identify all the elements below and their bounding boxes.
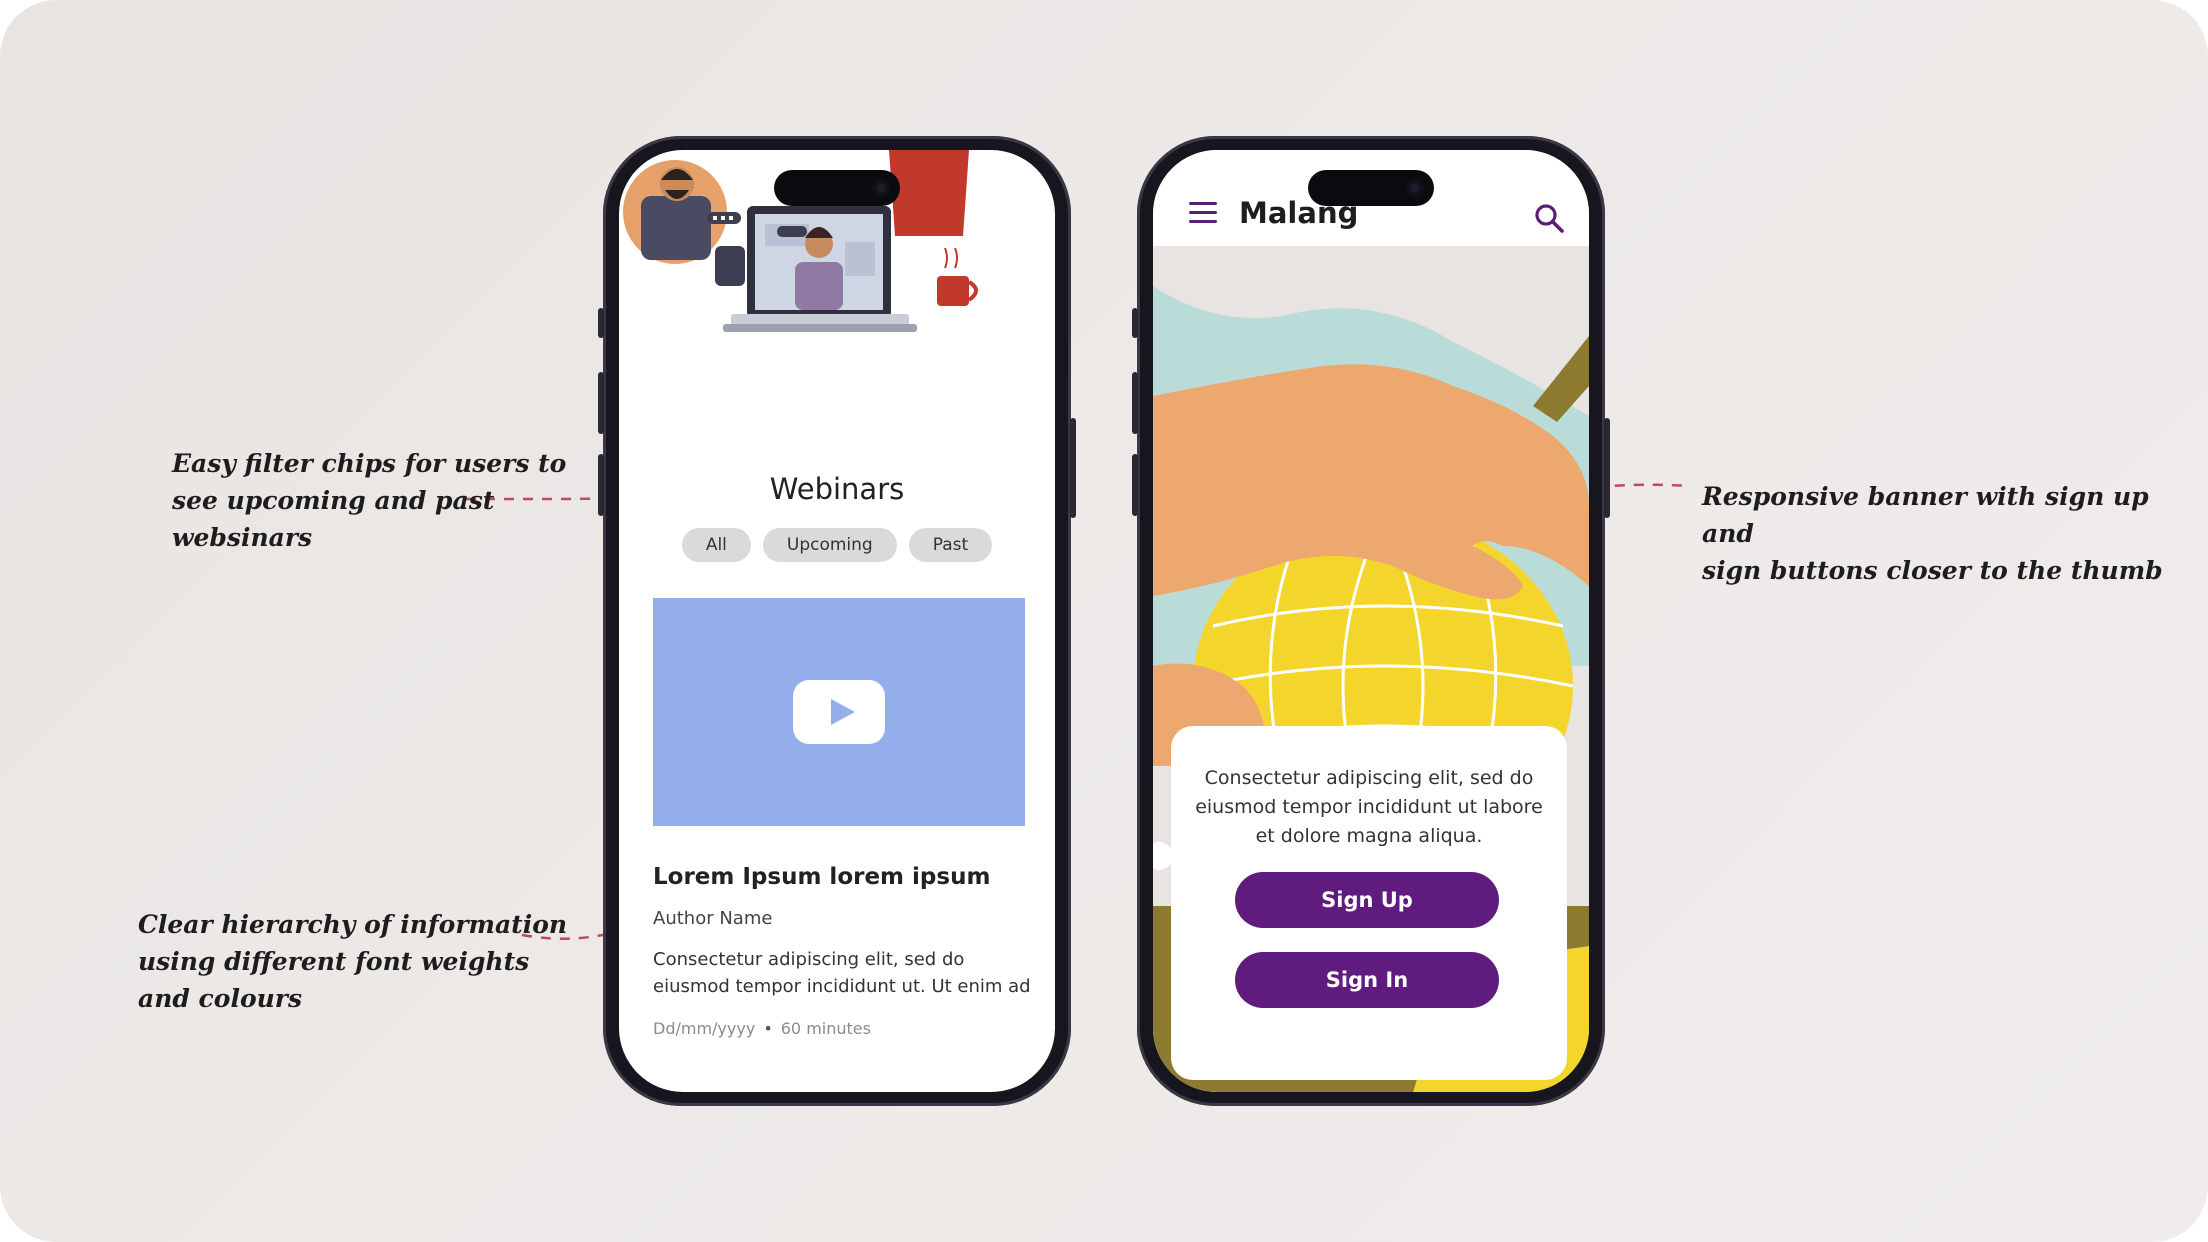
webinar-date: Dd/mm/yyyy (653, 1019, 756, 1038)
sign-in-button[interactable]: Sign In (1235, 952, 1499, 1008)
search-icon[interactable] (1533, 202, 1565, 234)
webinars-screen: Webinars All Upcoming Past Lorem Ipsum lor… (619, 150, 1055, 1092)
sheet-description: Consectetur adipiscing elit, sed do eius… (1195, 767, 1543, 847)
excerpt-line-2: eiusmod tempor incididunt ut. Ut enim ad (653, 976, 1031, 997)
phone-webinars: Webinars All Upcoming Past Lorem Ipsum lor… (598, 136, 1076, 1106)
webinar-title[interactable]: Lorem Ipsum lorem ipsum (653, 864, 990, 890)
dynamic-island (774, 170, 900, 206)
annotation-banner: Responsive banner with sign up and sign … (1702, 482, 2163, 585)
meta-separator: • (763, 1019, 773, 1038)
play-icon[interactable] (793, 680, 885, 744)
chip-upcoming[interactable]: Upcoming (762, 528, 897, 562)
chip-all[interactable]: All (681, 528, 751, 562)
filter-chip-group: All Upcoming Past (619, 528, 1055, 562)
annotation-hierarchy: Clear hierarchy of information using dif… (138, 910, 568, 1013)
excerpt-line-1: Consectetur adipiscing elit, sed do (653, 949, 965, 970)
author-name: Author Name (653, 908, 773, 929)
chip-past[interactable]: Past (908, 528, 993, 562)
page-title: Webinars (769, 472, 905, 506)
auth-sheet: Consectetur adipiscing elit, sed do eius… (1171, 726, 1567, 1080)
video-thumbnail[interactable] (653, 598, 1025, 826)
sign-up-button[interactable]: Sign Up (1235, 872, 1499, 928)
webinar-meta: Dd/mm/yyyy • 60 minutes (653, 1019, 871, 1038)
menu-icon[interactable] (1189, 202, 1217, 224)
signin-screen: Malang Consectetur adipiscing elit, sed … (1153, 150, 1589, 1092)
phone-signin: Malang Consectetur adipiscing elit, sed … (1132, 136, 1610, 1106)
dynamic-island (1308, 170, 1434, 206)
webinar-duration: 60 minutes (780, 1019, 871, 1038)
webinar-excerpt: Consectetur adipiscing elit, sed do eius… (653, 946, 1043, 1000)
annotation-filter-chips: Easy filter chips for users to see upcom… (172, 449, 567, 552)
annotation-leaders (466, 483, 1691, 940)
